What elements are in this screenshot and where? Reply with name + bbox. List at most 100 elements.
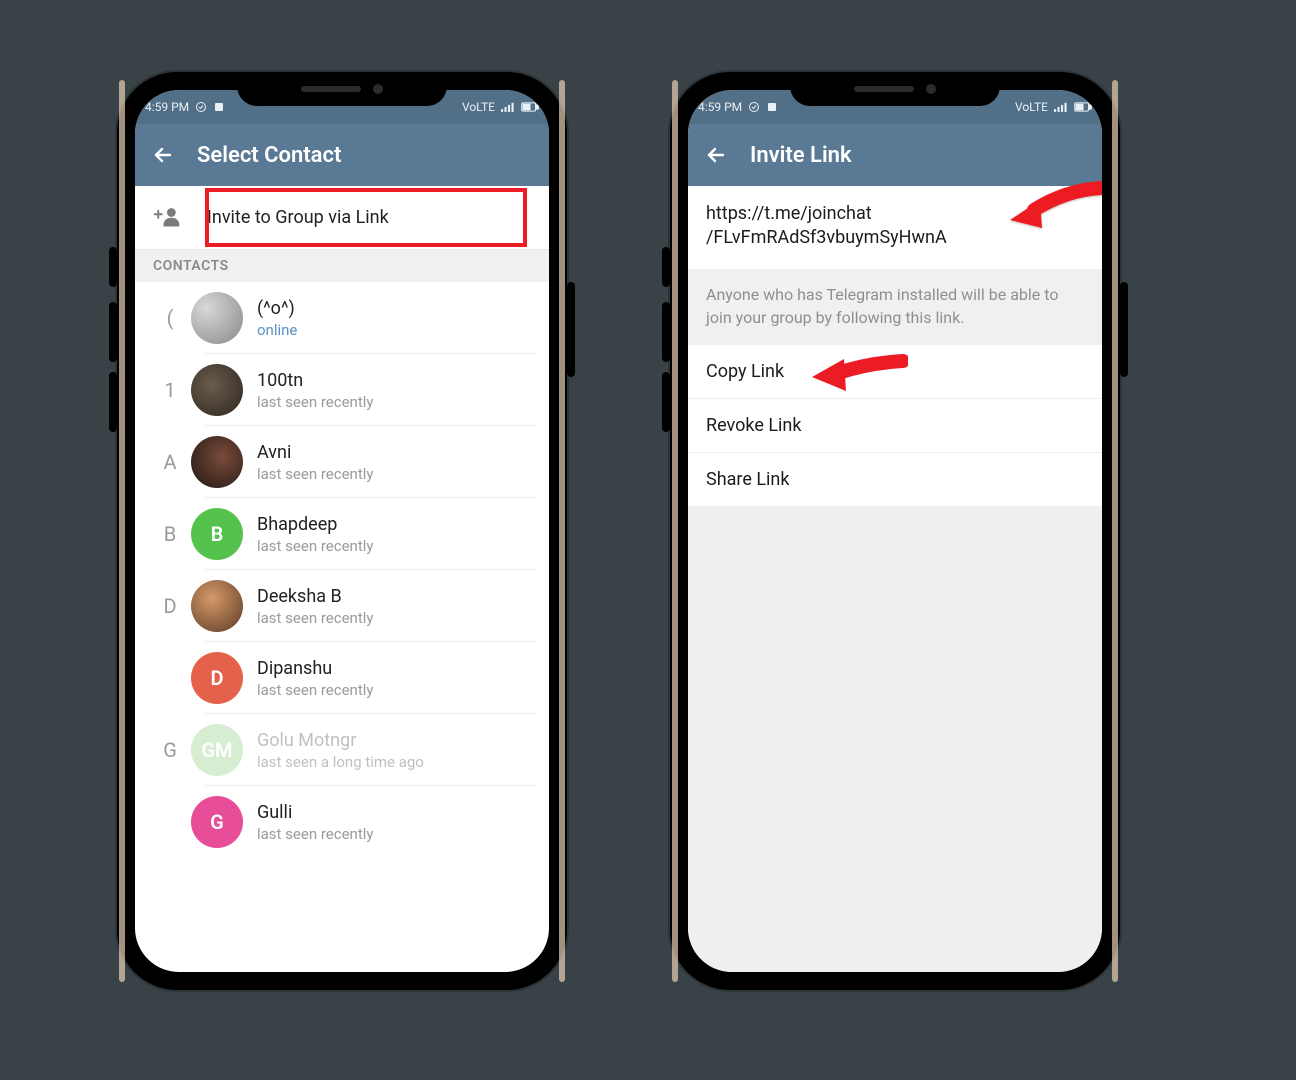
contact-status: last seen recently: [257, 537, 537, 555]
contact-row[interactable]: D Deeksha B last seen recently: [135, 570, 549, 642]
phone-notch: [237, 72, 447, 106]
contact-status: last seen recently: [257, 681, 537, 699]
share-link-row[interactable]: Share Link: [688, 453, 1102, 506]
contact-row[interactable]: A Avni last seen recently: [135, 426, 549, 498]
contact-status: online: [257, 321, 537, 339]
phone-power-button: [1120, 282, 1128, 377]
signal-icon: [1054, 102, 1068, 112]
contact-row[interactable]: G Gulli last seen recently: [135, 786, 549, 858]
contact-row[interactable]: BB Bhapdeep last seen recently: [135, 498, 549, 570]
screen-left: 4:59 PM VoLTE: [135, 90, 549, 972]
contact-name: Bhapdeep: [257, 514, 537, 535]
contact-name: Gulli: [257, 802, 537, 823]
avatar: GM: [191, 724, 243, 776]
status-icon: [766, 101, 778, 113]
contact-text: (^o^) online: [257, 298, 537, 339]
contact-text: Avni last seen recently: [257, 442, 537, 483]
phone-power-button: [567, 282, 575, 377]
contact-status: last seen recently: [257, 393, 537, 411]
contact-text: Gulli last seen recently: [257, 802, 537, 843]
app-header: Select Contact: [135, 124, 549, 186]
invite-link-line2: /FLvFmRAdSf3vbuymSyHwnA: [706, 226, 1084, 250]
phone-bezel: [119, 80, 125, 982]
status-time: 4:59 PM: [145, 100, 189, 114]
phone-volume-button: [662, 302, 670, 362]
contact-status: last seen a long time ago: [257, 753, 537, 771]
status-icon: [213, 101, 225, 113]
invite-link-description: Anyone who has Telegram installed will b…: [688, 269, 1102, 345]
back-button[interactable]: [151, 143, 175, 167]
contact-name: Dipanshu: [257, 658, 537, 679]
share-link-label: Share Link: [706, 469, 789, 490]
copy-link-label: Copy Link: [706, 361, 784, 382]
phone-volume-button: [109, 372, 117, 432]
avatar: [191, 292, 243, 344]
invite-link-display[interactable]: https://t.me/joinchat /FLvFmRAdSf3vbuymS…: [688, 186, 1102, 269]
battery-icon: [1074, 102, 1092, 112]
phone-volume-button: [662, 247, 670, 287]
copy-link-row[interactable]: Copy Link: [688, 345, 1102, 399]
invite-link-line1: https://t.me/joinchat: [706, 202, 1084, 226]
contact-text: Golu Motngr last seen a long time ago: [257, 730, 537, 771]
invite-via-link-label: Invite to Group via Link: [207, 207, 389, 228]
contact-row[interactable]: ( (^o^) online: [135, 282, 549, 354]
status-network-label: VoLTE: [462, 100, 495, 114]
empty-area: [688, 506, 1102, 972]
phone-volume-button: [109, 302, 117, 362]
contact-status: last seen recently: [257, 825, 537, 843]
index-letter: A: [149, 450, 191, 474]
page-title: Invite Link: [750, 143, 852, 168]
invite-via-link-row[interactable]: Invite to Group via Link: [135, 186, 549, 250]
phone-volume-button: [109, 247, 117, 287]
phone-notch: [790, 72, 1000, 106]
contact-text: Dipanshu last seen recently: [257, 658, 537, 699]
signal-icon: [501, 102, 515, 112]
status-icon: [748, 101, 760, 113]
contact-text: 100tn last seen recently: [257, 370, 537, 411]
stage: 4:59 PM VoLTE: [0, 0, 1296, 1080]
phone-mockup-right: 4:59 PM VoLTE: [670, 72, 1120, 990]
phone-volume-button: [662, 372, 670, 432]
index-letter: 1: [149, 378, 191, 402]
contact-text: Bhapdeep last seen recently: [257, 514, 537, 555]
add-user-icon: [153, 205, 181, 231]
index-letter: G: [149, 738, 191, 762]
status-network-label: VoLTE: [1015, 100, 1048, 114]
contacts-section-header: CONTACTS: [135, 250, 549, 282]
phone-bezel: [1112, 80, 1118, 982]
index-letter: D: [149, 594, 191, 618]
app-header: Invite Link: [688, 124, 1102, 186]
phone-bezel: [559, 80, 565, 982]
page-title: Select Contact: [197, 143, 341, 168]
contact-text: Deeksha B last seen recently: [257, 586, 537, 627]
avatar: D: [191, 652, 243, 704]
contact-name: Golu Motngr: [257, 730, 537, 751]
avatar: [191, 436, 243, 488]
back-button[interactable]: [704, 143, 728, 167]
battery-icon: [521, 102, 539, 112]
annotation-arrow: [808, 347, 908, 397]
avatar: B: [191, 508, 243, 560]
contact-list[interactable]: ( (^o^) online 1 100tn last seen recently A Avn…: [135, 282, 549, 858]
status-time: 4:59 PM: [698, 100, 742, 114]
contact-name: (^o^): [257, 298, 537, 319]
revoke-link-label: Revoke Link: [706, 415, 801, 436]
avatar: G: [191, 796, 243, 848]
phone-bezel: [672, 80, 678, 982]
contact-name: 100tn: [257, 370, 537, 391]
revoke-link-row[interactable]: Revoke Link: [688, 399, 1102, 453]
index-letter: B: [149, 522, 191, 546]
contact-name: Avni: [257, 442, 537, 463]
contact-name: Deeksha B: [257, 586, 537, 607]
avatar: [191, 364, 243, 416]
screen-right: 4:59 PM VoLTE: [688, 90, 1102, 972]
contact-status: last seen recently: [257, 609, 537, 627]
contact-status: last seen recently: [257, 465, 537, 483]
status-icon: [195, 101, 207, 113]
contact-row[interactable]: D Dipanshu last seen recently: [135, 642, 549, 714]
index-letter: (: [149, 306, 191, 330]
contact-row[interactable]: 1 100tn last seen recently: [135, 354, 549, 426]
contact-row[interactable]: GGM Golu Motngr last seen a long time ago: [135, 714, 549, 786]
phone-mockup-left: 4:59 PM VoLTE: [117, 72, 567, 990]
avatar: [191, 580, 243, 632]
